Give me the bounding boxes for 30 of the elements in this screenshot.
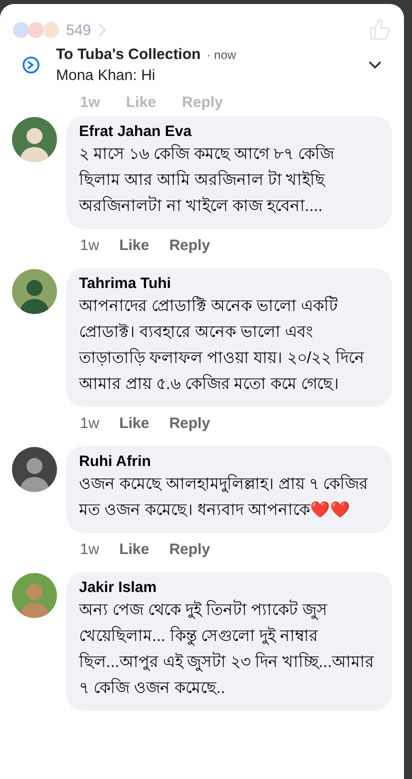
comment-time: 1w	[80, 237, 100, 254]
reaction-icons	[12, 21, 60, 39]
comment-text: ২ মাসে ১৬ কেজি কমছে আগে ৮৭ কেজি ছিলাম আর আমি অরজিনাল টা খাইছি অরজিনালটা না খাইলে কাজ হবেনা....	[79, 143, 336, 217]
messenger-icon	[22, 56, 40, 74]
chevron-down-icon[interactable]	[368, 60, 382, 70]
comment-text: ওজন কমেছে আলহামদুলিল্লাহ। প্রায় ৭ কেজির মত ওজন কমেছে। ধন্যবাদ আপনাকে❤❤	[79, 473, 370, 521]
comment-time: 1w	[80, 415, 100, 432]
notification-time: · now	[206, 48, 236, 62]
like-link[interactable]: Like	[119, 415, 150, 432]
avatar[interactable]	[12, 117, 57, 162]
notification-message: Mona Khan: Hi	[56, 67, 156, 84]
comment-author[interactable]: Jakir Islam	[79, 579, 378, 596]
chevron-right-icon	[97, 22, 108, 38]
reply-link[interactable]: Reply	[169, 415, 210, 432]
reaction-count: 549	[66, 22, 92, 38]
comment-time: 1w	[80, 94, 100, 111]
avatar[interactable]	[12, 447, 57, 492]
comment-author[interactable]: Ruhi Afrin	[79, 453, 378, 470]
comment-text: আপনাদের প্রোডাক্টি অনেক ভালো একটি প্রোডাক্ট। ব্যবহারে অনেক ভালো এবং তাড়াতাড়ি ফলাফল পাওয়া যায়। ২০/২২ দিনে আমার প্রায় ৫.৬ কেজির মতো কমে গেছে।	[79, 294, 378, 398]
thumbs-up-icon[interactable]	[368, 18, 392, 42]
comment-author[interactable]: Tahrima Tuhi	[79, 275, 378, 292]
like-link[interactable]: Like	[119, 237, 150, 254]
comment-author[interactable]: Efrat Jahan Eva	[79, 123, 378, 140]
reply-link[interactable]: Reply	[169, 541, 210, 558]
avatar[interactable]	[12, 269, 57, 314]
comment-text: অন্য পেজ থেকে দুই তিনটা প্যাকেট জুস খেয়েছিলাম... কিন্তু সেগুলো দুই নাম্বার ছিল...আপুর এই জুসটা ২৩ দিন খাচ্ছি...আমার ৭ কেজি ওজন কমেছে..	[79, 598, 378, 702]
notification-title: To Tuba's Collection	[56, 46, 201, 63]
like-link[interactable]: Like	[119, 541, 150, 558]
comment-time: 1w	[80, 541, 100, 558]
reply-link[interactable]: Reply	[169, 237, 210, 254]
